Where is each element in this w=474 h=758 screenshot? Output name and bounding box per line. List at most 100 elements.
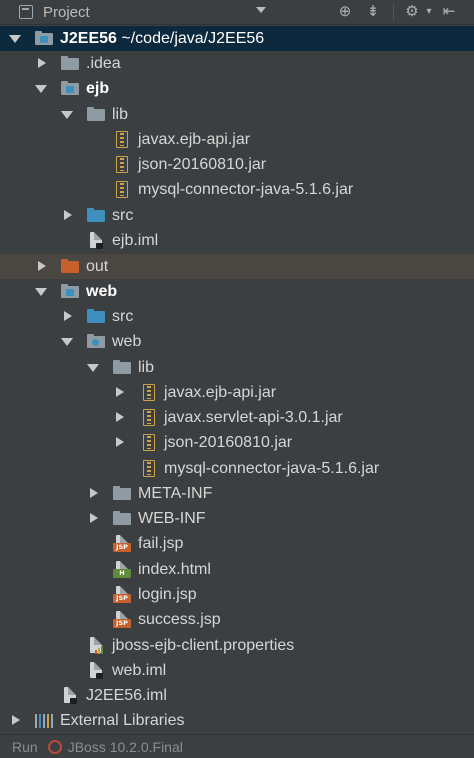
toolbar-separator: [393, 4, 394, 20]
tree-node-file[interactable]: JSP success.jsp: [0, 607, 474, 632]
tree-node-root-iml[interactable]: J2EE56.iml: [0, 683, 474, 708]
tree-node-label: mysql-connector-java-5.1.6.jar: [164, 460, 380, 477]
module-folder-icon: [61, 80, 79, 97]
tree-node-label: External Libraries: [60, 712, 185, 729]
tree-node-jar[interactable]: javax.ejb-api.jar: [0, 127, 474, 152]
expand-arrow-icon[interactable]: [35, 285, 47, 297]
tree-node-label: META-INF: [138, 485, 213, 502]
expand-arrow-icon[interactable]: [61, 209, 73, 221]
settings-icon[interactable]: ⚙: [403, 3, 421, 21]
excluded-folder-icon: [61, 258, 79, 275]
tree-node-file[interactable]: JSP login.jsp: [0, 582, 474, 607]
tree-node-root[interactable]: J2EE56 ~/code/java/J2EE56: [0, 26, 474, 51]
expand-arrow-icon[interactable]: [61, 108, 73, 120]
expand-arrow-icon[interactable]: [87, 487, 99, 499]
tree-node-label: fail.jsp: [138, 535, 184, 552]
tree-node-jar[interactable]: json-20160810.jar: [0, 152, 474, 177]
run-configuration-label[interactable]: JBoss 10.2.0.Final: [68, 739, 183, 755]
tree-node-label: .idea: [86, 55, 121, 72]
expand-arrow-icon[interactable]: [9, 32, 21, 44]
run-label[interactable]: Run: [12, 739, 38, 755]
tree-node-jar[interactable]: mysql-connector-java-5.1.6.jar: [0, 456, 474, 481]
jboss-icon: [47, 739, 62, 754]
settings-dropdown-icon[interactable]: ▾: [420, 3, 438, 21]
tree-node-idea[interactable]: .idea: [0, 51, 474, 76]
project-view-icon: [19, 5, 33, 19]
module-file-icon: [87, 662, 105, 679]
root-path: ~/code/java/J2EE56: [121, 30, 265, 47]
tree-node-jar[interactable]: json-20160810.jar: [0, 430, 474, 455]
tree-node-meta-inf[interactable]: META-INF: [0, 481, 474, 506]
tree-node-web-inf[interactable]: WEB-INF: [0, 506, 474, 531]
module-file-icon: [87, 232, 105, 249]
source-folder-icon: [87, 308, 105, 325]
expand-arrow-icon[interactable]: [113, 436, 125, 448]
tool-window-title[interactable]: Project: [43, 4, 90, 21]
tree-node-label: lib: [112, 106, 129, 123]
tree-node-web-src[interactable]: src: [0, 304, 474, 329]
folder-icon: [61, 55, 79, 72]
web-folder-icon: [87, 333, 105, 350]
root-name: J2EE56: [60, 30, 117, 47]
jar-icon: [140, 434, 158, 451]
tree-node-web-iml[interactable]: web.iml: [0, 658, 474, 683]
tree-node-web-dir[interactable]: web: [0, 329, 474, 354]
tree-node-label: index.html: [138, 561, 211, 578]
tree-node-ejb[interactable]: ejb: [0, 76, 474, 101]
tree-node-ejb-src[interactable]: src: [0, 203, 474, 228]
tree-node-label: javax.ejb-api.jar: [138, 131, 251, 148]
tree-node-jar[interactable]: javax.ejb-api.jar: [0, 380, 474, 405]
tree-node-label: WEB-INF: [138, 510, 206, 527]
properties-file-icon: [87, 637, 105, 654]
module-folder-icon: [61, 283, 79, 300]
tool-window-header: Project ⊕ ⇟ ⚙ ▾ ⇤: [0, 0, 474, 25]
tree-node-label: ejb.iml: [112, 232, 159, 249]
tree-node-label: login.jsp: [138, 586, 197, 603]
dropdown-icon[interactable]: [256, 7, 266, 13]
tree-node-ejb-iml[interactable]: ejb.iml: [0, 228, 474, 253]
tree-node-properties[interactable]: jboss-ejb-client.properties: [0, 633, 474, 658]
expand-arrow-icon[interactable]: [87, 512, 99, 524]
tree-node-label: json-20160810.jar: [164, 434, 293, 451]
expand-arrow-icon[interactable]: [61, 310, 73, 322]
tree-node-file[interactable]: H index.html: [0, 557, 474, 582]
tree-node-label: jboss-ejb-client.properties: [112, 637, 295, 654]
folder-icon: [113, 359, 131, 376]
expand-arrow-icon[interactable]: [113, 411, 125, 423]
tree-node-file[interactable]: JSP fail.jsp: [0, 531, 474, 556]
libraries-icon: [35, 712, 53, 729]
tree-node-label: javax.servlet-api-3.0.1.jar: [164, 409, 343, 426]
tree-node-label: ejb: [86, 80, 110, 97]
expand-arrow-icon[interactable]: [9, 714, 21, 726]
tree-node-label: web.iml: [112, 662, 167, 679]
run-bar: Run JBoss 10.2.0.Final: [0, 734, 474, 758]
tree-node-label: lib: [138, 359, 155, 376]
expand-arrow-icon[interactable]: [35, 57, 47, 69]
jsp-file-icon: JSP: [113, 586, 131, 603]
jar-icon: [140, 460, 158, 477]
tree-node-label: src: [112, 308, 134, 325]
tree-node-web-module[interactable]: web: [0, 279, 474, 304]
tree-node-external-libraries[interactable]: External Libraries: [0, 708, 474, 733]
tree-node-web-lib[interactable]: lib: [0, 355, 474, 380]
tree-node-label: web: [86, 283, 118, 300]
collapse-all-icon[interactable]: ⇟: [364, 3, 382, 21]
tree-node-out[interactable]: out: [0, 254, 474, 279]
expand-arrow-icon[interactable]: [113, 386, 125, 398]
expand-arrow-icon[interactable]: [35, 260, 47, 272]
tree-node-label: success.jsp: [138, 611, 221, 628]
expand-arrow-icon[interactable]: [35, 82, 47, 94]
tree-node-jar[interactable]: mysql-connector-java-5.1.6.jar: [0, 177, 474, 202]
expand-arrow-icon[interactable]: [61, 335, 73, 347]
expand-arrow-icon[interactable]: [87, 361, 99, 373]
source-folder-icon: [87, 207, 105, 224]
jar-icon: [140, 384, 158, 401]
tree-node-ejb-lib[interactable]: lib: [0, 102, 474, 127]
folder-icon: [113, 510, 131, 527]
project-tree[interactable]: J2EE56 ~/code/java/J2EE56 .idea ejb lib …: [0, 26, 474, 734]
tree-node-label: json-20160810.jar: [138, 156, 267, 173]
locate-icon[interactable]: ⊕: [336, 3, 354, 21]
html-file-icon: H: [113, 561, 131, 578]
tree-node-jar[interactable]: javax.servlet-api-3.0.1.jar: [0, 405, 474, 430]
hide-icon[interactable]: ⇤: [440, 3, 458, 21]
